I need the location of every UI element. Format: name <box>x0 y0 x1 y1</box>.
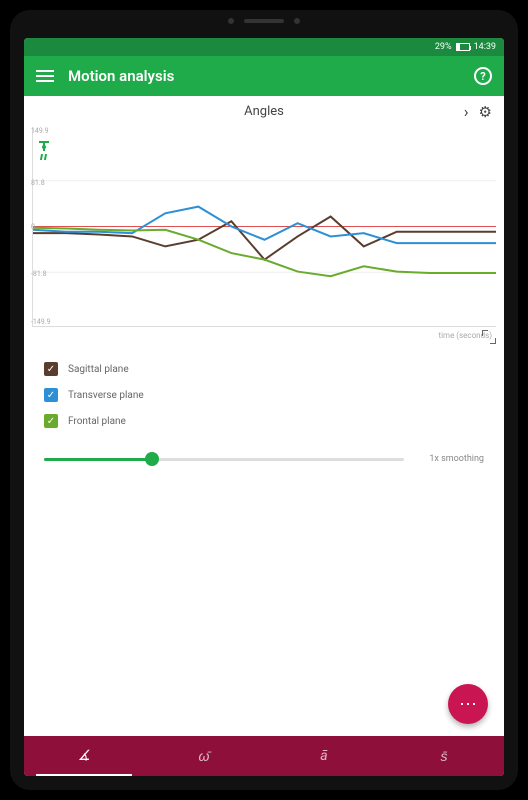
slider-label: 1x smoothing <box>414 454 484 464</box>
smoothing-slider[interactable] <box>44 458 404 461</box>
nav-item-s[interactable]: s̄ <box>384 736 504 776</box>
y-tick: -81.8 <box>31 270 47 278</box>
gear-icon[interactable]: ⚙ <box>479 103 492 121</box>
body-pose-icon[interactable] <box>37 145 51 167</box>
y-tick: 0 <box>31 223 35 231</box>
legend-checkbox[interactable]: ✓ <box>44 414 58 428</box>
y-tick: 149.9 <box>31 127 49 135</box>
nav-item-angle[interactable]: ∡ <box>24 736 144 776</box>
legend-item-transverse: ✓ Transverse plane <box>44 382 484 408</box>
y-tick: 81.8 <box>31 179 45 187</box>
chevron-right-icon[interactable]: › <box>464 102 469 121</box>
legend-label: Sagittal plane <box>68 364 129 375</box>
legend-item-sagittal: ✓ Sagittal plane <box>44 356 484 382</box>
bottom-nav: ∡ ω̄ ā s̄ <box>24 736 504 776</box>
x-axis-label: time (seconds) <box>24 327 504 344</box>
battery-pct: 29% <box>435 42 452 52</box>
help-icon[interactable]: ? <box>474 67 492 85</box>
section-header: Angles › ⚙ <box>24 96 504 127</box>
chart-svg <box>33 127 496 326</box>
app-bar: Motion analysis ? <box>24 56 504 96</box>
legend-label: Transverse plane <box>68 390 144 401</box>
app-title: Motion analysis <box>68 67 460 85</box>
legend-checkbox[interactable]: ✓ <box>44 362 58 376</box>
nav-item-alpha[interactable]: ā <box>264 736 384 776</box>
battery-icon <box>456 43 470 51</box>
chart[interactable]: 149.9 81.8 0 -81.8 -149.9 <box>32 127 496 327</box>
status-time: 14:39 <box>474 42 496 52</box>
hamburger-icon[interactable] <box>36 70 54 82</box>
status-bar: 29% 14:39 <box>24 38 504 56</box>
main-content: Angles › ⚙ 149.9 81.8 0 -81.8 -149.9 <box>24 96 504 736</box>
smoothing-slider-row: 1x smoothing <box>24 446 504 472</box>
legend: ✓ Sagittal plane ✓ Transverse plane ✓ Fr… <box>24 344 504 446</box>
slider-thumb[interactable] <box>145 452 159 466</box>
nav-item-omega[interactable]: ω̄ <box>144 736 264 776</box>
legend-label: Frontal plane <box>68 416 126 427</box>
legend-checkbox[interactable]: ✓ <box>44 388 58 402</box>
section-title: Angles <box>244 104 284 119</box>
fullscreen-icon[interactable] <box>482 330 496 344</box>
fab-button[interactable]: ⋯ <box>448 684 488 724</box>
y-tick: -149.9 <box>31 318 51 326</box>
legend-item-frontal: ✓ Frontal plane <box>44 408 484 434</box>
